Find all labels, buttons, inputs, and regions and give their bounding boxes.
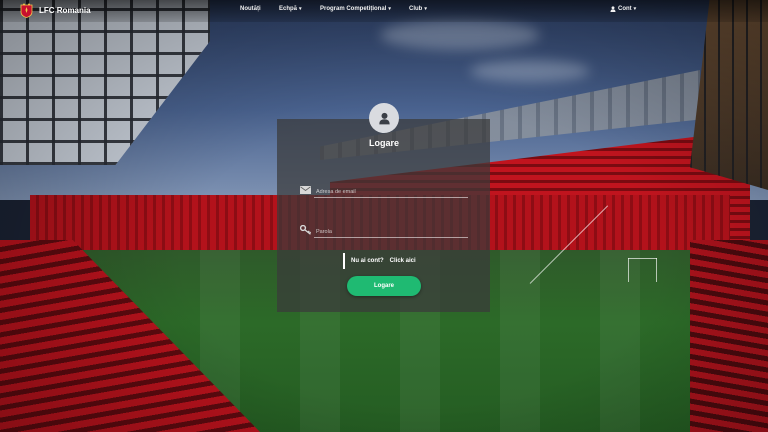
user-icon bbox=[378, 112, 390, 124]
nav-item-label: Noutăți bbox=[240, 6, 261, 12]
login-avatar bbox=[369, 103, 399, 133]
nav-item-label: Cont bbox=[618, 6, 632, 12]
nav-item-program[interactable]: Program Competițional ▾ bbox=[320, 6, 391, 12]
key-icon bbox=[300, 225, 312, 235]
nav-item-club[interactable]: Club ▾ bbox=[409, 6, 427, 12]
nav-item-echipa[interactable]: Echpă ▾ bbox=[279, 6, 302, 12]
caret-down-icon: ▾ bbox=[299, 6, 302, 12]
navbar: LFC Romania Noutăți Echpă ▾ Program Comp… bbox=[0, 0, 768, 22]
envelope-icon bbox=[300, 186, 311, 194]
caret-down-icon: ▾ bbox=[388, 6, 391, 12]
lfc-crest-icon bbox=[20, 3, 33, 18]
brand[interactable]: LFC Romania bbox=[20, 3, 91, 18]
login-button[interactable]: Logare bbox=[347, 276, 421, 296]
nav-item-label: Program Competițional bbox=[320, 6, 387, 12]
caret-down-icon: ▾ bbox=[633, 6, 637, 12]
signup-link[interactable]: Click aici bbox=[390, 258, 416, 264]
nav-item-noutati[interactable]: Noutăți bbox=[240, 6, 261, 12]
nav-item-label: Echpă bbox=[279, 6, 298, 12]
password-field[interactable] bbox=[314, 226, 468, 238]
signup-prompt: Nu ai cont? Click aici bbox=[343, 253, 416, 269]
login-title: Logare bbox=[368, 138, 399, 148]
nav-item-label: Club bbox=[409, 6, 423, 12]
user-icon bbox=[610, 6, 616, 12]
email-field[interactable] bbox=[314, 186, 468, 198]
brand-name: LFC Romania bbox=[39, 6, 91, 15]
nav-item-account[interactable]: Cont ▾ bbox=[610, 6, 636, 12]
caret-down-icon: ▾ bbox=[424, 6, 427, 12]
signup-question: Nu ai cont? bbox=[351, 258, 384, 264]
